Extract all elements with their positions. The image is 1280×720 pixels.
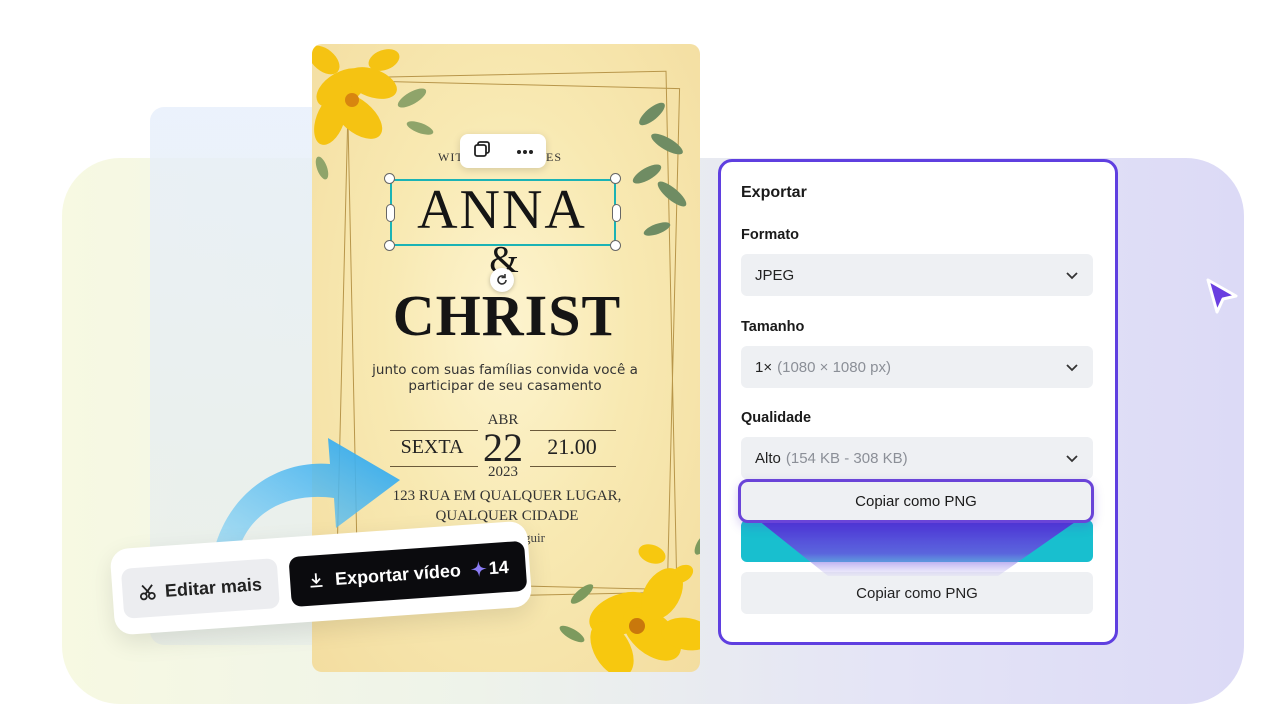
second-name-text[interactable]: CHRIST — [372, 282, 642, 349]
highlight-funnel — [758, 520, 1078, 576]
resize-handle-right[interactable] — [612, 204, 621, 222]
mouse-cursor-icon — [1206, 278, 1238, 314]
size-detail: (1080 × 1080 px) — [777, 358, 891, 376]
leaf-decoration-top-right — [632, 102, 687, 236]
chevron-down-icon — [1066, 272, 1078, 280]
resize-handle-top-right[interactable] — [610, 173, 621, 184]
quality-select[interactable]: Alto (154 KB - 308 KB) — [741, 437, 1093, 479]
element-toolbar — [460, 134, 546, 168]
panel-title: Exportar — [741, 184, 807, 201]
sparkle-icon — [470, 560, 487, 577]
divider-line — [530, 430, 616, 431]
resize-handle-bottom-left[interactable] — [384, 240, 395, 251]
quality-value: Alto — [755, 449, 781, 467]
export-video-button[interactable]: Exportar vídeo 14 — [288, 540, 528, 608]
copy-png-highlight-button[interactable]: Copiar como PNG — [738, 479, 1094, 523]
invite-line-text[interactable]: junto com suas famílias convida você a p… — [362, 362, 648, 394]
credit-badge: 14 — [470, 556, 509, 580]
size-value: 1× — [755, 358, 773, 376]
flower-decoration-top-left — [312, 45, 434, 180]
year-text[interactable]: 2023 — [482, 464, 524, 481]
time-text[interactable]: 21.00 — [534, 434, 610, 460]
selection-box[interactable] — [390, 179, 616, 246]
size-select[interactable]: 1× (1080 × 1080 px) — [741, 346, 1093, 388]
heading-text-right[interactable]: ES — [546, 150, 562, 165]
quality-detail: (154 KB - 308 KB) — [785, 449, 908, 467]
resize-handle-bottom-right[interactable] — [610, 240, 621, 251]
address-text[interactable]: 123 RUA EM QUALQUER LUGAR, QUALQUER CIDA… — [372, 486, 642, 526]
chevron-down-icon — [1066, 364, 1078, 372]
edit-more-label: Editar mais — [164, 573, 263, 601]
flower-decoration-bottom-right — [559, 533, 700, 672]
resize-handle-left[interactable] — [386, 204, 395, 222]
rotate-icon[interactable] — [490, 268, 514, 292]
copy-png-highlight-label: Copiar como PNG — [855, 492, 977, 510]
copy-png-label: Copiar como PNG — [856, 584, 978, 602]
scissors-icon — [140, 584, 157, 601]
size-label: Tamanho — [741, 319, 805, 335]
more-options-icon[interactable] — [516, 142, 534, 160]
credit-count: 14 — [487, 556, 510, 578]
export-video-label: Exportar vídeo — [334, 559, 462, 589]
quality-label: Qualidade — [741, 410, 812, 426]
format-value: JPEG — [755, 266, 795, 284]
edit-more-button[interactable]: Editar mais — [120, 558, 280, 619]
format-label: Formato — [741, 227, 799, 243]
resize-handle-top-left[interactable] — [384, 173, 395, 184]
duplicate-icon[interactable] — [473, 140, 491, 163]
download-icon — [310, 573, 323, 588]
format-select[interactable]: JPEG — [741, 254, 1093, 296]
divider-line — [530, 466, 616, 467]
chevron-down-icon — [1066, 455, 1078, 463]
